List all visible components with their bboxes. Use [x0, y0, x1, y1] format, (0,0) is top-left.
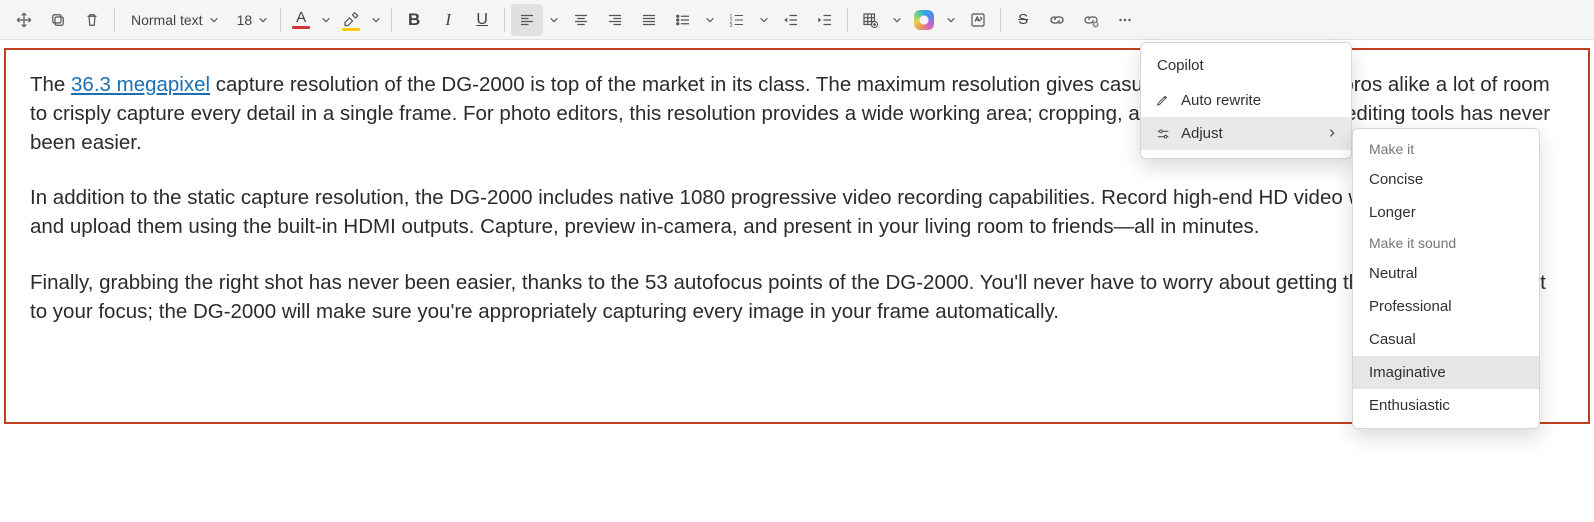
svg-text:3: 3 — [730, 22, 733, 28]
copilot-button[interactable] — [908, 4, 940, 36]
delete-icon[interactable] — [76, 4, 108, 36]
concise-option[interactable]: Concise — [1353, 163, 1539, 196]
align-justify-button[interactable] — [633, 4, 665, 36]
bullet-list-chevron[interactable] — [701, 4, 719, 36]
align-left-button[interactable] — [511, 4, 543, 36]
numbered-list-button[interactable]: 123 — [721, 4, 753, 36]
strikethrough-button[interactable]: S — [1007, 4, 1039, 36]
submenu-heading-make-it: Make it — [1353, 135, 1539, 163]
copilot-chevron[interactable] — [942, 4, 960, 36]
separator — [847, 8, 848, 32]
increase-indent-button[interactable] — [809, 4, 841, 36]
auto-rewrite-item[interactable]: Auto rewrite — [1141, 84, 1351, 117]
megapixel-link[interactable]: 36.3 megapixel — [71, 73, 210, 96]
formatting-toolbar: Normal text 18 A B I U 123 — [0, 0, 1594, 40]
separator — [280, 8, 281, 32]
separator — [114, 8, 115, 32]
insert-table-chevron[interactable] — [888, 4, 906, 36]
imaginative-option[interactable]: Imaginative — [1353, 356, 1539, 389]
paragraph-2: In addition to the static capture resolu… — [30, 183, 1564, 241]
longer-option[interactable]: Longer — [1353, 196, 1539, 229]
sliders-icon — [1155, 126, 1171, 142]
decrease-indent-button[interactable] — [775, 4, 807, 36]
chevron-down-icon — [209, 15, 219, 25]
bold-button[interactable]: B — [398, 4, 430, 36]
italic-button[interactable]: I — [432, 4, 464, 36]
align-chevron[interactable] — [545, 4, 563, 36]
chevron-right-icon — [1327, 125, 1337, 142]
font-size-label: 18 — [237, 12, 253, 28]
align-center-button[interactable] — [565, 4, 597, 36]
submenu-heading-make-it-sound: Make it sound — [1353, 229, 1539, 257]
paragraph-style-dropdown[interactable]: Normal text — [121, 4, 225, 36]
more-options-button[interactable] — [1109, 4, 1141, 36]
enthusiastic-option[interactable]: Enthusiastic — [1353, 389, 1539, 422]
bullet-list-button[interactable] — [667, 4, 699, 36]
highlight-color-chevron[interactable] — [367, 4, 385, 36]
adjust-item[interactable]: Adjust — [1141, 117, 1351, 150]
professional-option[interactable]: Professional — [1353, 290, 1539, 323]
insert-table-button[interactable] — [854, 4, 886, 36]
pencil-icon — [1155, 93, 1171, 109]
copilot-icon — [914, 10, 934, 30]
adjust-submenu: Make it Concise Longer Make it sound Neu… — [1352, 128, 1540, 429]
clear-formatting-button[interactable] — [1075, 4, 1107, 36]
move-icon[interactable] — [8, 4, 40, 36]
font-color-button[interactable]: A — [287, 4, 315, 36]
link-button[interactable] — [1041, 4, 1073, 36]
separator — [391, 8, 392, 32]
chevron-down-icon — [258, 15, 268, 25]
align-right-button[interactable] — [599, 4, 631, 36]
paragraph-3: Finally, grabbing the right shot has nev… — [30, 268, 1564, 326]
copilot-menu-title: Copilot — [1141, 51, 1351, 84]
separator — [504, 8, 505, 32]
highlight-color-button[interactable] — [337, 4, 365, 36]
casual-option[interactable]: Casual — [1353, 323, 1539, 356]
numbered-list-chevron[interactable] — [755, 4, 773, 36]
font-color-chevron[interactable] — [317, 4, 335, 36]
copilot-dropdown-menu: Copilot Auto rewrite Adjust — [1140, 42, 1352, 159]
copy-icon[interactable] — [42, 4, 74, 36]
font-size-dropdown[interactable]: 18 — [227, 4, 275, 36]
rewrite-button[interactable] — [962, 4, 994, 36]
underline-button[interactable]: U — [466, 4, 498, 36]
neutral-option[interactable]: Neutral — [1353, 257, 1539, 290]
separator — [1000, 8, 1001, 32]
paragraph-style-label: Normal text — [131, 12, 203, 28]
